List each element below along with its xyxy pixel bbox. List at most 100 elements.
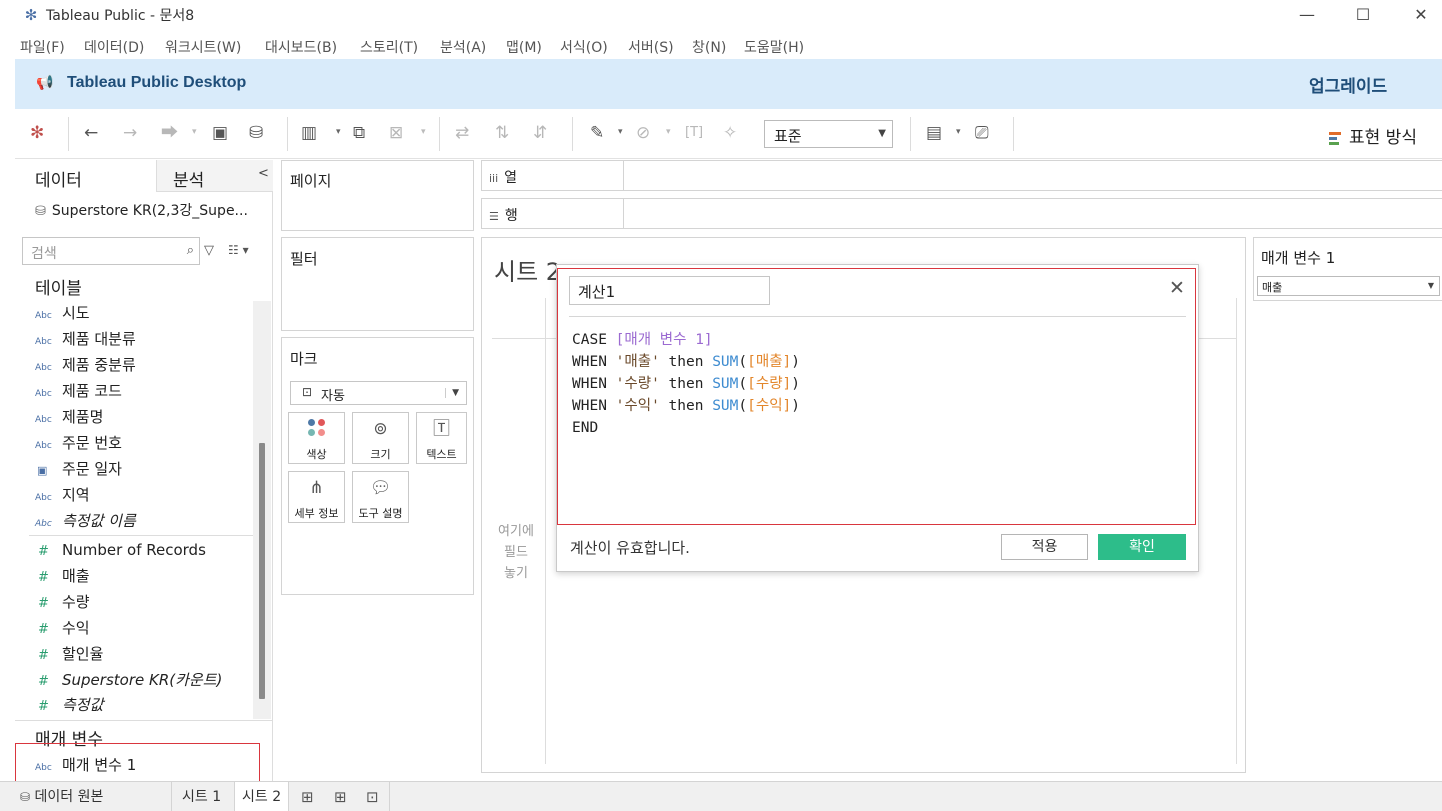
swap-rows-columns-icon[interactable]: ⇄ [455, 123, 469, 143]
minimize-button[interactable]: — [1285, 2, 1329, 28]
field-item[interactable]: # 수량 [35, 591, 90, 613]
new-story-icon[interactable]: ⊡ [366, 788, 379, 806]
duplicate-sheet-icon[interactable]: ⧉ [353, 123, 365, 143]
group-dropdown-icon[interactable]: ▾ [666, 127, 671, 137]
menu-dashboard[interactable]: 대시보드(B) [265, 37, 337, 57]
detail-mark-button[interactable]: ⋔ 세부 정보 [288, 471, 345, 523]
show-cards-icon[interactable]: ▤ [926, 123, 942, 143]
replay-icon[interactable]: ⮕ [161, 123, 178, 143]
tab-analysis[interactable]: 분석 [156, 160, 273, 192]
size-mark-button[interactable]: ⊚ 크기 [352, 412, 409, 464]
new-datasource-icon[interactable]: ⛁ [249, 123, 263, 143]
field-item[interactable]: Abc 지역 [35, 484, 90, 506]
text-mark-button[interactable]: 🅃 텍스트 [416, 412, 467, 464]
show-cards-dropdown-icon[interactable]: ▾ [956, 127, 961, 137]
fields-scrollbar[interactable] [253, 301, 271, 719]
parameter-value-dropdown[interactable]: 매출 ▼ [1257, 276, 1440, 296]
highlight-dropdown-icon[interactable]: ▾ [618, 127, 623, 137]
menu-story[interactable]: 스토리(T) [360, 37, 418, 57]
menu-format[interactable]: 서식(O) [560, 37, 608, 57]
chevron-down-icon: ▼ [878, 128, 886, 139]
tooltip-mark-button[interactable]: 💬︎ 도구 설명 [352, 471, 409, 523]
new-worksheet-icon[interactable]: ▥ [301, 123, 317, 143]
color-mark-button[interactable]: 색상 [288, 412, 345, 464]
menu-server[interactable]: 서버(S) [628, 37, 674, 57]
field-item[interactable]: Abc 제품 중분류 [35, 354, 136, 376]
save-icon[interactable]: ▣ [212, 123, 228, 143]
sheet-title[interactable]: 시트 2 [494, 252, 561, 287]
sheet-tab[interactable]: 시트 1 [182, 782, 221, 811]
field-item[interactable]: Abc 주문 번호 [35, 432, 122, 454]
tableau-logo-icon[interactable]: ✻ [30, 123, 44, 143]
filter-icon[interactable]: ▽ [204, 243, 214, 258]
search-input[interactable]: 검색 ⌕ [22, 237, 200, 265]
field-item[interactable]: Abc 제품 코드 [35, 380, 122, 402]
text-label: 텍스트 [426, 448, 457, 461]
menu-worksheet[interactable]: 워크시트(W) [165, 37, 241, 57]
field-item[interactable]: # 매출 [35, 565, 90, 587]
pages-card[interactable]: 페이지 [281, 160, 474, 231]
redo-icon[interactable]: → [123, 123, 137, 143]
highlight-box [15, 743, 260, 782]
ok-button[interactable]: 확인 [1098, 534, 1186, 560]
close-window-button[interactable]: ✕ [1399, 2, 1442, 28]
field-label: 시도 [62, 304, 90, 322]
show-me-button[interactable]: 표현 방식 [1329, 123, 1417, 148]
menu-help[interactable]: 도움말(H) [744, 37, 804, 57]
apply-button[interactable]: 적용 [1001, 534, 1088, 560]
new-worksheet-icon[interactable]: ⊞ [301, 788, 314, 806]
clear-sheet-icon[interactable]: ⊠ [389, 123, 403, 143]
group-members-icon[interactable]: ⊘ [636, 123, 650, 143]
menu-window[interactable]: 창(N) [692, 37, 726, 57]
field-label: 주문 번호 [62, 434, 122, 452]
field-item[interactable]: Abc 측정값 이름 [35, 510, 136, 532]
datasource-item[interactable]: ⛁ Superstore KR(2,3강_Supe... [35, 200, 248, 220]
field-item[interactable]: # 측정값 [35, 694, 103, 716]
drop-field-hint[interactable]: 여기에 필드 놓기 [491, 521, 541, 584]
field-item[interactable]: Abc 제품 대분류 [35, 328, 136, 350]
field-item[interactable]: # Number of Records [35, 539, 206, 561]
menu-data[interactable]: 데이터(D) [84, 37, 144, 57]
maximize-button[interactable]: ☐ [1341, 2, 1385, 28]
replay-dropdown-icon[interactable]: ▾ [192, 127, 197, 137]
columns-shelf[interactable]: iii 열 [481, 160, 1442, 191]
field-label: 제품명 [62, 408, 104, 426]
new-dashboard-icon[interactable]: ⊞ [334, 788, 347, 806]
mark-type-dropdown[interactable]: ⊡ 자동 ▼ [290, 381, 467, 405]
string-type-icon: Abc [35, 519, 52, 529]
upgrade-link[interactable]: 업그레이드 [1309, 72, 1387, 97]
tab-analysis-label: 분석 [173, 171, 205, 191]
field-item[interactable]: # 수익 [35, 617, 90, 639]
sheet-tab-active[interactable]: 시트 2 [234, 782, 290, 811]
field-label: 제품 코드 [62, 382, 122, 400]
presentation-mode-icon[interactable]: ⎚ [975, 123, 989, 143]
view-options-icon[interactable]: ☷ ▾ [228, 243, 249, 257]
sort-ascending-icon[interactable]: ⇅ [495, 123, 509, 143]
sort-descending-icon[interactable]: ⇵ [533, 123, 547, 143]
field-item[interactable]: # 할인율 [35, 643, 103, 665]
menu-file[interactable]: 파일(F) [20, 37, 65, 57]
tab-data[interactable]: 데이터 [15, 160, 156, 192]
scrollbar-thumb[interactable] [259, 443, 265, 699]
datasource-tab[interactable]: ⛁ 데이터 원본 [20, 782, 103, 811]
rows-shelf[interactable]: ☰ 행 [481, 198, 1442, 229]
show-mark-labels-icon[interactable]: [T] [685, 123, 703, 143]
highlight-icon[interactable]: ✎ [590, 123, 604, 143]
field-item[interactable]: Abc 제품명 [35, 406, 103, 428]
fit-dropdown[interactable]: 표준 ▼ [764, 120, 893, 148]
undo-icon[interactable]: ← [84, 123, 98, 143]
menu-analysis[interactable]: 분석(A) [440, 37, 486, 57]
clear-dropdown-icon[interactable]: ▾ [421, 127, 426, 137]
field-item[interactable]: ▣ 주문 일자 [35, 458, 122, 480]
menu-map[interactable]: 맵(M) [506, 37, 542, 57]
collapse-pane-icon[interactable]: < [258, 166, 269, 181]
field-label: 매출 [62, 567, 90, 585]
columns-icon: iii [489, 172, 499, 185]
tables-header: 테이블 [35, 279, 82, 299]
chevron-down-icon: ▼ [445, 388, 459, 398]
field-item[interactable]: # Superstore KR(카운트) [35, 669, 222, 691]
filters-card[interactable]: 필터 [281, 237, 474, 331]
pin-axes-icon[interactable]: ✧ [723, 123, 737, 143]
new-worksheet-dropdown-icon[interactable]: ▾ [336, 127, 341, 137]
field-item[interactable]: Abc 시도 [35, 302, 90, 324]
